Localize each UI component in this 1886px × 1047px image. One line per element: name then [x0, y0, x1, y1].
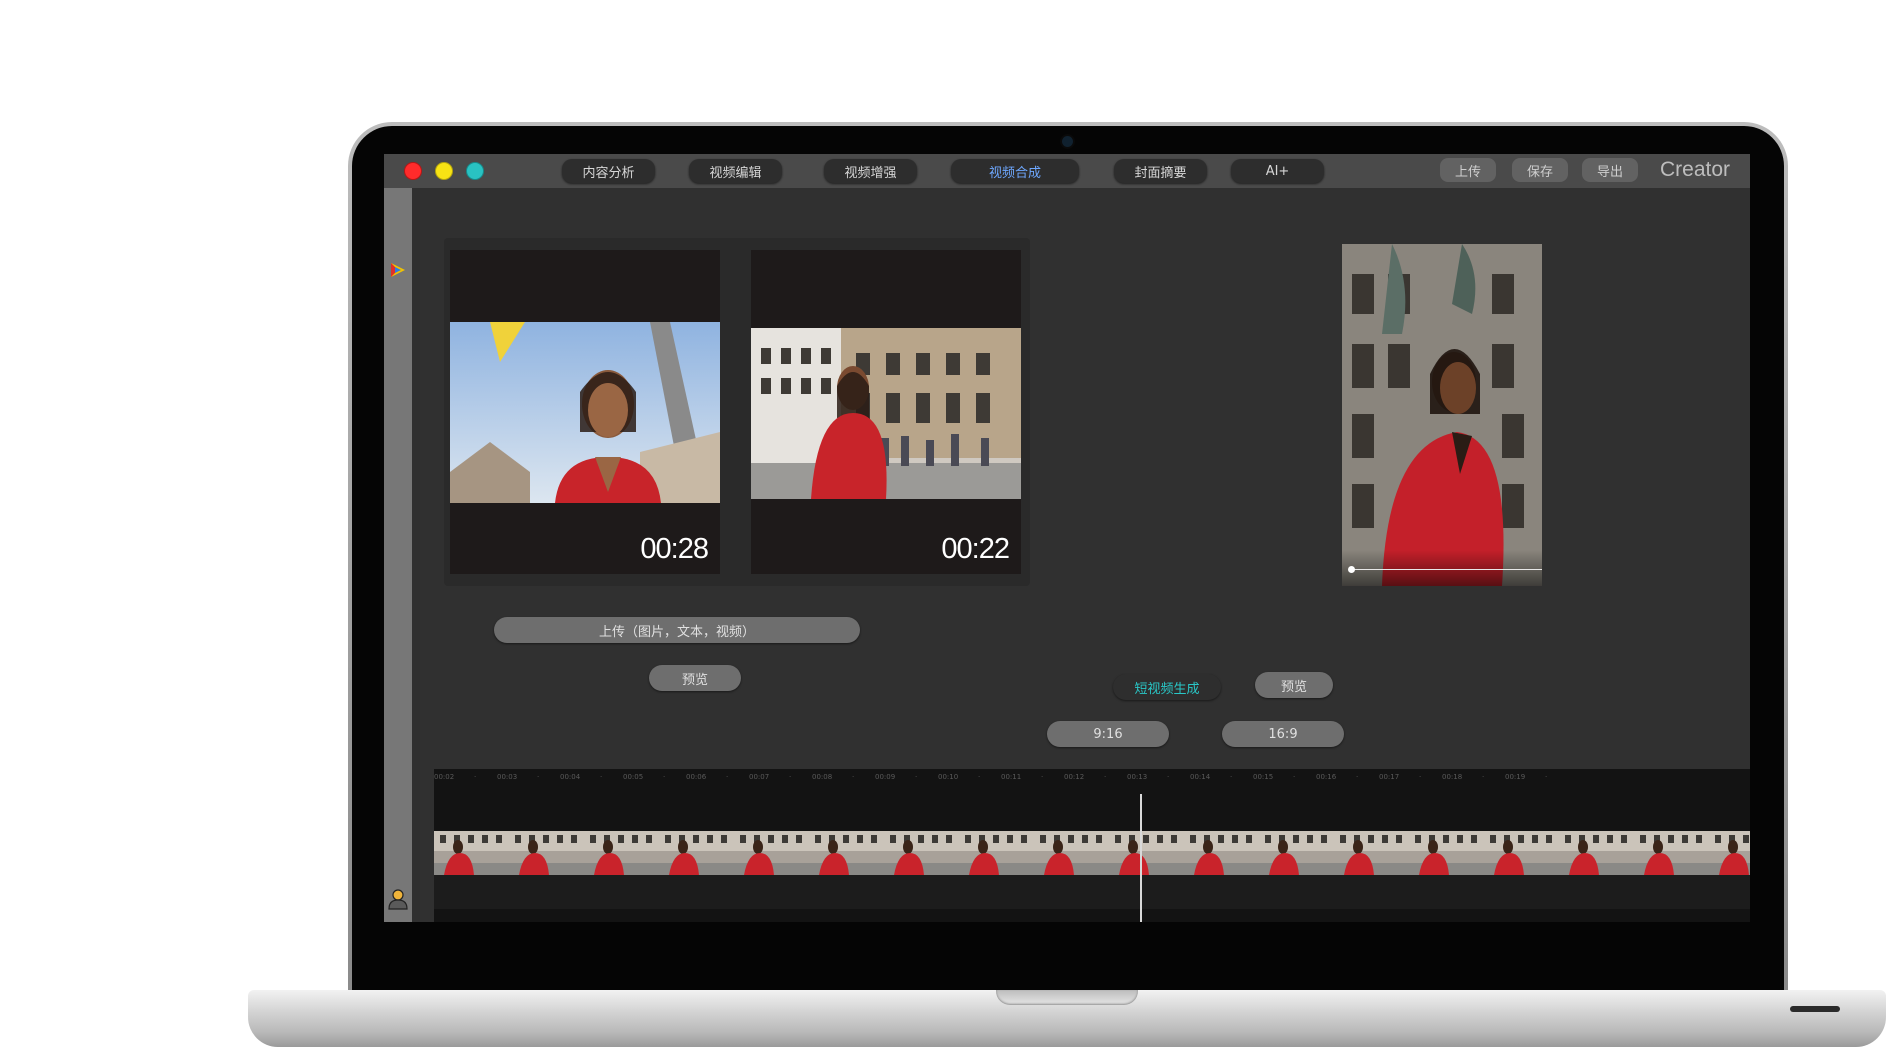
timeline-tick-mark: ·	[600, 773, 603, 781]
ratio-16-9-button[interactable]: 16:9	[1222, 721, 1344, 747]
short-video-generate-button[interactable]: 短视频生成	[1113, 674, 1221, 700]
upload-button[interactable]: 上传	[1440, 158, 1496, 182]
laptop-notch	[996, 990, 1138, 1005]
camera-icon	[1062, 136, 1073, 147]
video-thumbnail-woman-sky-icon	[450, 322, 720, 503]
right-preview-button[interactable]: 预览	[1255, 672, 1333, 698]
timeline-track	[434, 875, 1750, 909]
timeline-tick: 00:02	[434, 773, 455, 781]
timeline-tick-mark: ·	[1419, 773, 1422, 781]
timeline-tick-mark: ·	[852, 773, 855, 781]
timeline-tick-mark: ·	[726, 773, 729, 781]
timeline-tick: 00:18	[1442, 773, 1463, 781]
app-logo-icon[interactable]	[389, 261, 407, 279]
export-button[interactable]: 导出	[1582, 158, 1638, 182]
left-preview-button[interactable]: 预览	[649, 665, 741, 691]
tab-content-analysis[interactable]: 内容分析	[562, 159, 655, 183]
title-bar: 内容分析 视频编辑 视频增强 视频合成 封面摘要 AI+ 上传 保存 导出 Cr…	[384, 154, 1750, 188]
sidebar	[384, 188, 412, 922]
timeline-tick: 00:08	[812, 773, 833, 781]
zoom-window-button[interactable]	[466, 162, 484, 180]
filmstrip[interactable]	[434, 831, 1750, 875]
close-window-button[interactable]	[404, 162, 422, 180]
timeline[interactable]: 00:02 · 00:03 · 00:04 · 00:05 · 00:06 · 00:07 · 00:0…	[434, 769, 1750, 922]
timeline-tick-mark: ·	[915, 773, 918, 781]
timeline-tick-mark: ·	[663, 773, 666, 781]
user-icon[interactable]	[388, 888, 408, 910]
save-button[interactable]: 保存	[1512, 158, 1568, 182]
preview-player[interactable]	[1342, 244, 1542, 586]
ratio-9-16-button[interactable]: 9:16	[1047, 721, 1169, 747]
clip-duration: 00:28	[640, 533, 709, 565]
timeline-tick-mark: ·	[1545, 773, 1548, 781]
timeline-tick: 00:04	[560, 773, 581, 781]
timeline-tick-mark: ·	[537, 773, 540, 781]
timeline-tick-mark: ·	[978, 773, 981, 781]
timeline-tick: 00:15	[1253, 773, 1274, 781]
timeline-tick: 00:17	[1379, 773, 1400, 781]
tab-cover-summary[interactable]: 封面摘要	[1114, 159, 1207, 183]
timeline-tick-mark: ·	[1482, 773, 1485, 781]
timeline-tick: 00:12	[1064, 773, 1085, 781]
timeline-tick: 00:09	[875, 773, 896, 781]
brand-label: Creator	[1660, 158, 1731, 181]
app-window: 内容分析 视频编辑 视频增强 视频合成 封面摘要 AI+ 上传 保存 导出 Cr…	[384, 154, 1750, 922]
timeline-tick: 00:07	[749, 773, 770, 781]
timeline-tick-mark: ·	[1104, 773, 1107, 781]
player-progress-knob[interactable]	[1348, 566, 1355, 573]
tab-video-enhance[interactable]: 视频增强	[824, 159, 917, 183]
timeline-tick-mark: ·	[1167, 773, 1170, 781]
timeline-tick-mark: ·	[1356, 773, 1359, 781]
tab-video-edit[interactable]: 视频编辑	[689, 159, 782, 183]
timeline-tick-mark: ·	[474, 773, 477, 781]
timeline-tick: 00:05	[623, 773, 644, 781]
filmstrip-frames	[434, 831, 1750, 875]
tab-video-synthesis[interactable]: 视频合成	[951, 159, 1079, 183]
timeline-tick: 00:19	[1505, 773, 1526, 781]
upload-media-button[interactable]: 上传（图片，文本，视频）	[494, 617, 860, 643]
timeline-ruler: 00:02 · 00:03 · 00:04 · 00:05 · 00:06 · 00:07 · 00:0…	[434, 769, 1750, 787]
clip-duration: 00:22	[941, 533, 1010, 565]
timeline-tick-mark: ·	[1041, 773, 1044, 781]
timeline-tick: 00:10	[938, 773, 959, 781]
player-progress-track[interactable]	[1350, 569, 1542, 570]
clip-tray: 00:28 00:22	[444, 238, 1030, 586]
timeline-tick: 00:13	[1127, 773, 1148, 781]
laptop-foot	[1790, 1006, 1840, 1012]
timeline-tick: 00:06	[686, 773, 707, 781]
clip-card[interactable]: 00:28	[450, 250, 720, 574]
video-thumbnail-woman-street-icon	[751, 328, 1021, 499]
minimize-window-button[interactable]	[435, 162, 453, 180]
timeline-tick: 00:14	[1190, 773, 1211, 781]
timeline-tick-mark: ·	[789, 773, 792, 781]
player-controls	[1342, 550, 1542, 586]
timeline-tick: 00:11	[1001, 773, 1022, 781]
preview-frame-image	[1342, 244, 1542, 586]
tab-ai-plus[interactable]: AI+	[1231, 159, 1324, 183]
timeline-tick: 00:03	[497, 773, 518, 781]
timeline-tick-mark: ·	[1230, 773, 1233, 781]
playhead[interactable]	[1140, 794, 1142, 922]
timeline-tick-mark: ·	[1293, 773, 1296, 781]
timeline-tick: 00:16	[1316, 773, 1337, 781]
clip-card[interactable]: 00:22	[751, 250, 1021, 574]
